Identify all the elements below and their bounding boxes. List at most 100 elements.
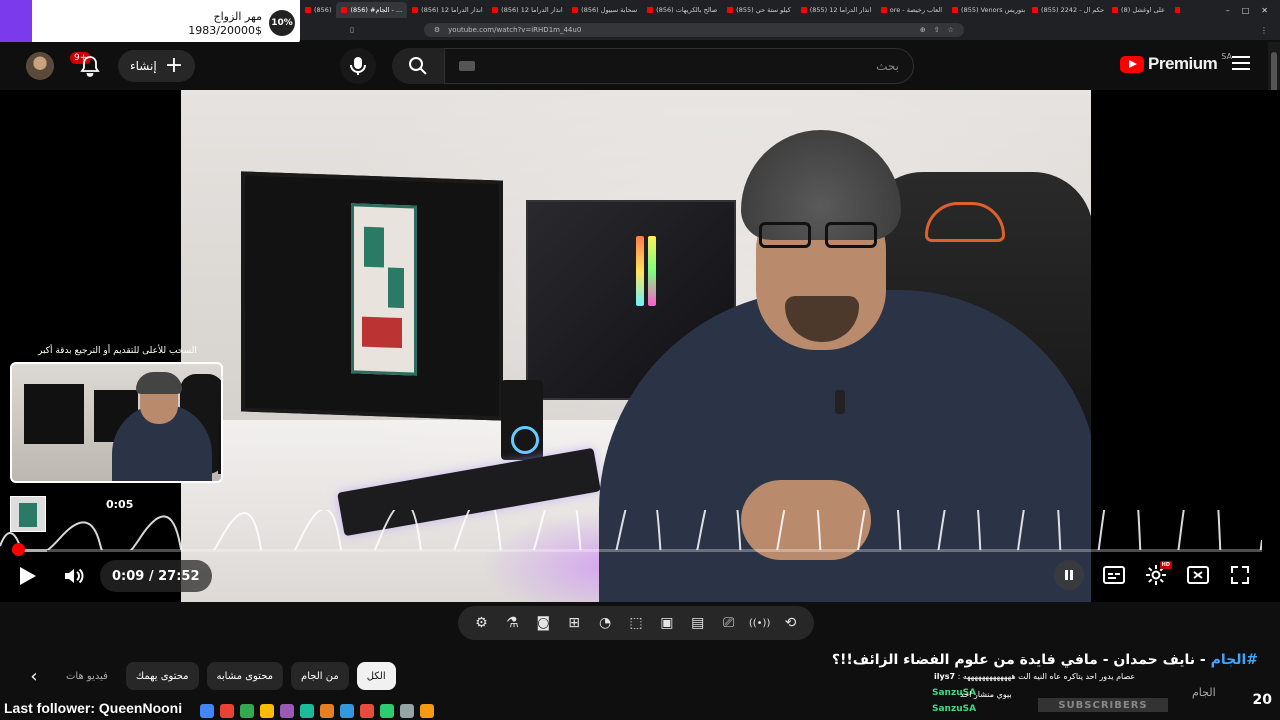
chat-message-text: بيوي منشار احد [960,690,1012,699]
clapper-icon[interactable]: ▤ [688,613,708,633]
volume-button[interactable] [62,564,86,588]
autoplay-pause-button[interactable] [1054,560,1084,590]
site-info-icon[interactable]: ⚙ [434,26,440,34]
browser-tab[interactable]: (856) [300,2,336,18]
region-code: SA [1221,51,1232,61]
extensions-icon[interactable]: ⋮ [1260,26,1280,35]
browser-tab-label: (856) انذار الدراما 12 [421,6,483,14]
app-icon[interactable] [400,704,414,718]
app-icon[interactable] [320,704,334,718]
monitor-image [241,171,503,421]
youtube-favicon-icon [880,7,887,13]
broadcast-icon[interactable]: ((•)) [749,613,771,633]
bookmark-icon[interactable]: ▯ [350,26,354,34]
app-icon[interactable] [380,704,394,718]
loop-icon[interactable]: ⟲ [781,613,801,633]
youtube-favicon-icon [412,7,419,13]
chevron-left-icon[interactable]: ‹ [20,662,48,690]
url-field[interactable]: ⚙ youtube.com/watch?v=iRHD1m_44u0 ⊕ ⇧ ☆ [423,23,964,37]
browser-tab[interactable]: (856) #الجام - ... [336,2,408,18]
settings-button[interactable]: HD [1144,561,1172,587]
flask-icon[interactable]: ⚗ [502,613,522,633]
progress-track[interactable] [12,549,1262,552]
url-actions: ⊕ ⇧ ☆ [920,26,954,34]
plus-icon: + [164,53,184,78]
app-icon[interactable] [240,704,254,718]
aspect-ratio-icon[interactable]: ▣ [657,613,677,633]
browser-tab-label: (856) [314,6,332,14]
video-player[interactable]: السحب للأعلى للتقديم أو الترجيع بدقة أكب… [0,90,1280,602]
taskbar [200,702,600,720]
app-icon[interactable] [200,704,214,718]
browser-tab-label: (856) صالح بالكريهات [656,6,718,14]
browser-tab[interactable]: (855) 2242 - حكم ال [1027,2,1107,18]
fullscreen-icon [1231,566,1249,584]
chat-username: ilys7 [934,672,956,681]
search-input[interactable]: بحث [444,48,914,84]
account-avatar[interactable] [26,52,54,80]
youtube-favicon-icon [647,7,654,13]
search-placeholder: بحث [876,59,899,73]
chip-1[interactable]: من الجام [291,662,349,690]
star-icon[interactable]: ☆ [948,26,954,34]
app-icon[interactable] [360,704,374,718]
browser-tab[interactable]: ore - العاب رخيصة [876,2,947,18]
voice-search-button[interactable] [340,48,376,84]
minimize-icon[interactable]: – [1226,6,1230,15]
gear-icon[interactable]: ⚙ [471,613,491,633]
chip-3[interactable]: محتوى يهمك [125,662,199,690]
browser-tab[interactable]: (856) سحابة سبيول [567,2,642,18]
maximize-icon[interactable]: □ [1242,6,1250,15]
cast-icon[interactable]: ⎚ [719,613,739,633]
time-display: 0:09 / 27:52 [100,560,212,592]
miniplayer-button[interactable] [1186,563,1210,587]
view-counter: 20 [1252,692,1272,708]
speaker-image [501,380,543,460]
play-button[interactable] [16,564,40,588]
chat-message-text: عصام يدور احد يتاكره عاه النيه الت ههههه… [957,672,1136,681]
app-icon[interactable] [280,704,294,718]
subtitles-button[interactable] [1102,563,1126,587]
browser-tab-label: (856) #الجام - ... [350,6,403,14]
donation-goal-widget: مهر الزواج 1983/20000$ 10% [0,0,300,45]
browser-tab[interactable]: (99+) على اوغشل [1170,2,1180,18]
logo-text: Premium [1148,54,1218,73]
channel-name[interactable]: الجام [1192,686,1216,699]
chip-2[interactable]: محتوى مشابه [206,662,284,690]
dotted-frame-icon[interactable]: ⬚ [626,613,646,633]
share-icon[interactable]: ⇧ [934,26,940,34]
zoom-icon[interactable]: ⊕ [920,26,926,34]
browser-tab[interactable]: (856) انذار الدراما 12 [407,2,487,18]
app-icon[interactable] [220,704,234,718]
subtitles-icon [1103,566,1125,584]
browser-tab[interactable]: (855) كيلو ستة حي [722,2,796,18]
fullscreen-button[interactable] [1228,563,1252,587]
youtube-logo[interactable]: Premium SA [1120,51,1232,74]
keyboard-icon[interactable] [459,61,475,71]
seek-hint: السحب للأعلى للتقديم أو الترجيع بدقة أكب… [38,346,197,356]
progress-scrubber[interactable] [12,543,26,556]
browser-tab[interactable]: (856) انذار الدراما 12 [487,2,567,18]
youtube-favicon-icon [1112,7,1119,13]
speedometer-icon[interactable]: ◔ [595,613,615,633]
title-hashtag[interactable]: #الجام [1211,652,1258,668]
browser-tab[interactable]: (856) صالح بالكريهات [642,2,722,18]
chip-4[interactable]: فيديو هات [56,662,118,690]
browser-tab[interactable]: (855) انذار الدراما 12 [796,2,876,18]
app-icon[interactable] [420,704,434,718]
bell-icon[interactable] [78,54,102,78]
app-icon[interactable] [340,704,354,718]
browser-tab[interactable]: (855) Venors بتوريس [947,2,1027,18]
browser-tab[interactable]: (8) على اوغشل [1107,2,1170,18]
chip-0[interactable]: الكل [356,662,396,690]
related-chips-bar: ‹ فيديو هات محتوى يهمك محتوى مشابه من الجام… [20,662,396,690]
create-button[interactable]: إنشاء + [118,50,196,82]
close-icon[interactable]: ✕ [1261,6,1268,15]
hamburger-menu-icon[interactable] [1232,56,1250,70]
app-icon[interactable] [260,704,274,718]
add-frame-icon[interactable]: ⊞ [564,613,584,633]
search-button[interactable] [392,48,444,84]
camera-icon[interactable]: ◙ [533,613,553,633]
app-icon[interactable] [300,704,314,718]
youtube-favicon-icon [952,7,959,13]
